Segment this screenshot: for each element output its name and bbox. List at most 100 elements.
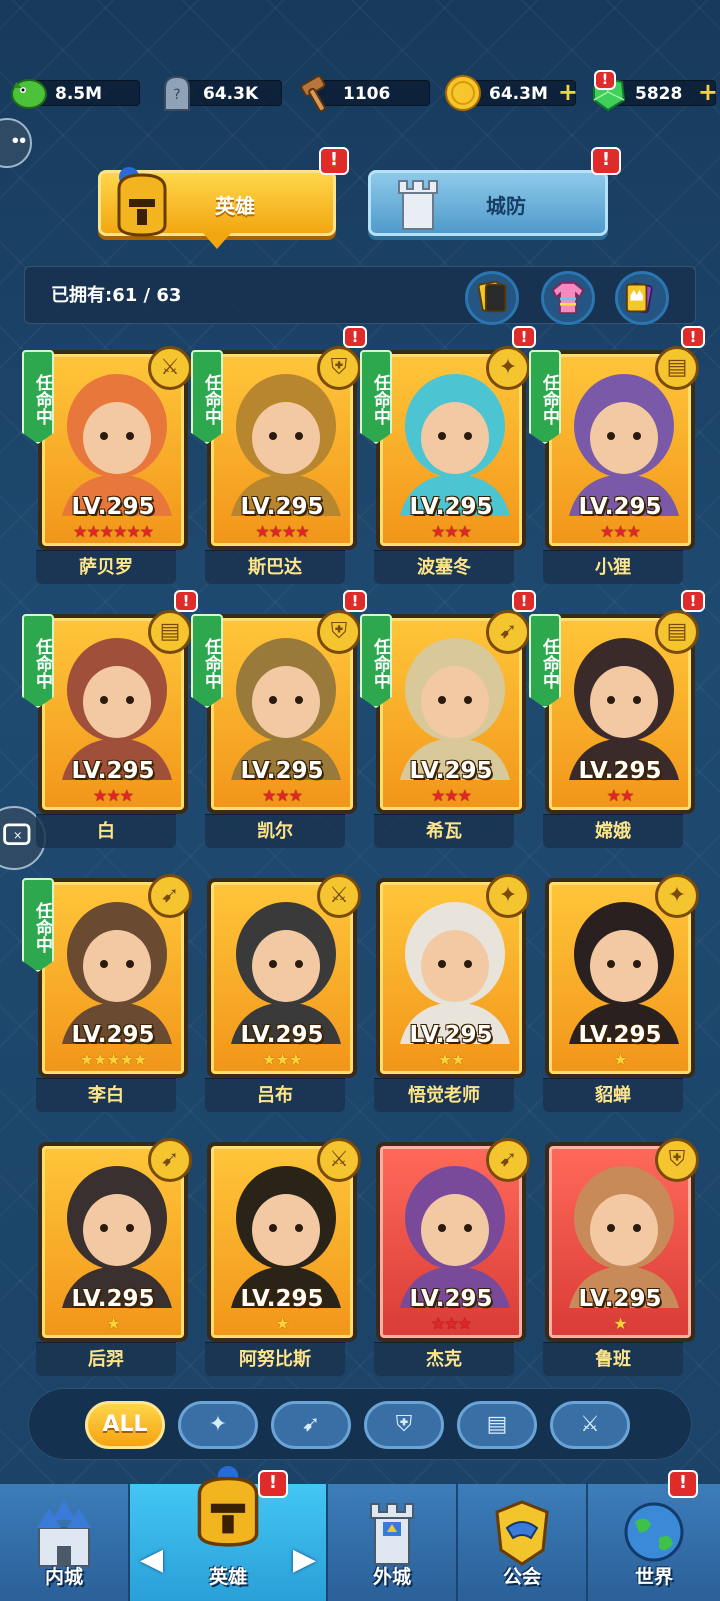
hero-card[interactable]: LV.295 ★★ ▤ 任命中! (529, 590, 705, 814)
hero-stars: ★★★★★★ (72, 522, 154, 541)
hero-card[interactable]: LV.295 ★★★★★★ ⚔ 任命中 (22, 346, 192, 550)
bottom-navigation: 内城 ◀ ▶ 英雄 ! 外城 公会 世界 ! (0, 1466, 720, 1601)
hero-name: 嫦娥 (543, 814, 683, 848)
knight-helmet-icon (197, 1466, 259, 1547)
hero-card[interactable]: LV.295 ★★★★★ ➹ 任命中 (22, 874, 192, 1078)
gold-coin-icon (445, 75, 481, 111)
globe-icon (624, 1502, 684, 1562)
chat-bubble-button[interactable] (0, 118, 32, 168)
shirt-icon (551, 282, 585, 314)
hero-level: LV.295 (240, 1286, 324, 1312)
add-gem-button[interactable]: + (698, 80, 718, 104)
tab-heroes-label: 英雄 (215, 194, 255, 218)
resource-gem[interactable]: 5828 + ! (588, 70, 718, 112)
tab-defense[interactable]: 城防 ! (368, 147, 621, 236)
hero-card[interactable]: LV.295 ★★ ✦ (376, 874, 530, 1078)
hero-level: LV.295 (71, 494, 155, 520)
hero-name: 后羿 (36, 1342, 176, 1376)
hero-card[interactable]: LV.295 ★ ⛨ (545, 1138, 699, 1342)
hero-stars: ★ (613, 1314, 627, 1333)
hero-card[interactable]: LV.295 ★★★ ▤ 任命中! (529, 326, 705, 550)
resource-tombstone[interactable]: ? 64.3K (156, 75, 282, 111)
hero-stars: ★★★ (430, 1314, 472, 1333)
nav-guild[interactable]: 公会 (458, 1484, 588, 1601)
hero-stars: ★★★ (261, 1050, 303, 1069)
hero-card[interactable]: LV.295 ★★★ ⚔ (207, 874, 361, 1078)
owned-count: 61 / 63 (112, 285, 182, 306)
hero-name: 李白 (36, 1078, 176, 1112)
tower-icon (370, 1503, 414, 1565)
tab-heroes[interactable]: 英雄 ! (98, 147, 349, 249)
hero-alert-badge: ! (343, 326, 367, 348)
appointed-tag: 任命中 (22, 350, 54, 444)
add-gold-button[interactable]: + (558, 80, 578, 104)
appointed-tag: 任命中 (529, 350, 561, 444)
handshake-icon (495, 1500, 549, 1566)
hero-alert-badge: ! (681, 326, 705, 348)
crown-cards-icon (626, 282, 653, 314)
hero-stars: ★★ (606, 786, 635, 805)
nav-outer-city[interactable]: 外城 (328, 1484, 458, 1601)
tab-defense-label: 城防 (486, 194, 526, 218)
hero-card[interactable]: LV.295 ★★★ ➹ (376, 1138, 530, 1342)
hero-alert-badge: ! (681, 590, 705, 612)
shield-class-icon: ⛨ (317, 610, 361, 654)
hero-level: LV.295 (409, 494, 493, 520)
staff-class-icon: ✦ (486, 346, 530, 390)
hero-level: LV.295 (71, 758, 155, 784)
filter-staff-button[interactable]: ✦ (178, 1401, 258, 1449)
hero-level: LV.295 (578, 1286, 662, 1312)
hero-level: LV.295 (240, 758, 324, 784)
hero-name: 希瓦 (374, 814, 514, 848)
filter-book-button[interactable]: ▤ (457, 1401, 537, 1449)
hero-stars: ★ (275, 1314, 289, 1333)
hero-card[interactable]: LV.295 ★ ⚔ (207, 1138, 361, 1342)
hero-card[interactable]: LV.295 ★★★ ▤ 任命中! (22, 590, 198, 814)
hero-name: 貂蝉 (543, 1078, 683, 1112)
hero-name: 小狸 (543, 550, 683, 584)
staff-class-icon: ✦ (486, 874, 530, 918)
gem-alert-badge: ! (594, 70, 616, 90)
nav-heroes[interactable]: ◀ ▶ 英雄 ! (130, 1466, 328, 1601)
class-filter-bar: ALL ✦ ➹ ⛨ ▤ ⚔ (28, 1388, 692, 1460)
svg-text:×: × (13, 829, 22, 842)
hero-card[interactable]: LV.295 ★★★ ➹ 任命中! (360, 590, 536, 814)
filter-all-button[interactable]: ALL (85, 1401, 165, 1449)
hero-name: 吕布 (205, 1078, 345, 1112)
nav-world[interactable]: 世界 ! (588, 1470, 720, 1601)
resource-gold[interactable]: 64.3M + (442, 75, 578, 111)
skins-button[interactable] (541, 271, 595, 325)
tower-icon (398, 180, 438, 230)
resource-hammer[interactable]: 1106 (296, 75, 430, 113)
collection-button[interactable] (615, 271, 669, 325)
filter-sword-button[interactable]: ⚔ (550, 1401, 630, 1449)
owned-label-text: 已拥有: (51, 285, 113, 306)
nav-inner-city[interactable]: 内城 (0, 1484, 130, 1601)
filter-bow-button[interactable]: ➹ (271, 1401, 351, 1449)
tab-pointer (203, 233, 231, 249)
shield-class-icon: ⛨ (317, 346, 361, 390)
hero-name: 凯尔 (205, 814, 345, 848)
hero-alert-badge: ! (174, 590, 198, 612)
hero-name: 萨贝罗 (36, 550, 176, 584)
hero-card[interactable]: LV.295 ★★★ ✦ 任命中! (360, 326, 536, 550)
filter-shield-button[interactable]: ⛨ (364, 1401, 444, 1449)
hero-alert-badge: ! (512, 326, 536, 348)
hero-name: 斯巴达 (205, 550, 345, 584)
green-dragon-icon (11, 79, 47, 109)
owned-counter-bar: 已拥有:61 / 63 (24, 266, 696, 325)
bow-class-icon: ➹ (148, 874, 192, 918)
nav-heroes-badge: ! (258, 1470, 288, 1498)
book-class-icon: ▤ (655, 610, 699, 654)
hero-card[interactable]: LV.295 ★★★★ ⛨ 任命中! (191, 326, 367, 550)
nav-label: 英雄 (208, 1566, 247, 1588)
hero-stars: ★★★ (92, 786, 134, 805)
hero-level: LV.295 (578, 758, 662, 784)
hero-name: 白 (36, 814, 176, 848)
hero-card[interactable]: LV.295 ★ ➹ (38, 1138, 192, 1342)
hero-cards-button[interactable] (465, 271, 519, 325)
bow-class-icon: ➹ (148, 1138, 192, 1182)
hero-card[interactable]: LV.295 ★ ✦ (545, 874, 699, 1078)
hero-card[interactable]: LV.295 ★★★ ⛨ 任命中! (191, 590, 367, 814)
resource-dragon[interactable]: 8.5M (8, 78, 140, 109)
